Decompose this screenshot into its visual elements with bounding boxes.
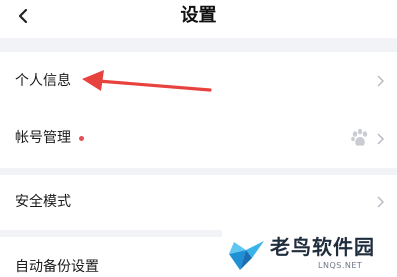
baidu-paw-icon — [351, 128, 368, 146]
settings-item-personal-info[interactable]: 个人信息 — [0, 52, 397, 110]
chevron-right-icon — [377, 133, 384, 145]
chevron-right-icon — [377, 196, 384, 208]
watermark: 老鸟软件园 LNQS.NET — [222, 230, 397, 277]
page-title: 设置 — [180, 5, 217, 26]
bird-logo-icon — [229, 241, 264, 270]
settings-item-account-management[interactable]: 帐号管理 — [0, 110, 397, 168]
settings-item-label: 自动备份设置 — [15, 259, 99, 275]
chevron-right-icon — [377, 75, 384, 87]
top-bar: 设置 — [0, 0, 397, 38]
settings-item-safe-mode[interactable]: 安全模式 — [0, 175, 397, 230]
notification-dot — [79, 136, 84, 141]
settings-item-label: 个人信息 — [15, 73, 71, 89]
settings-item-label: 帐号管理 — [15, 130, 71, 146]
watermark-url: LNQS.NET — [318, 261, 363, 270]
settings-item-label: 安全模式 — [15, 194, 71, 210]
watermark-name: 老鸟软件园 — [270, 235, 375, 259]
